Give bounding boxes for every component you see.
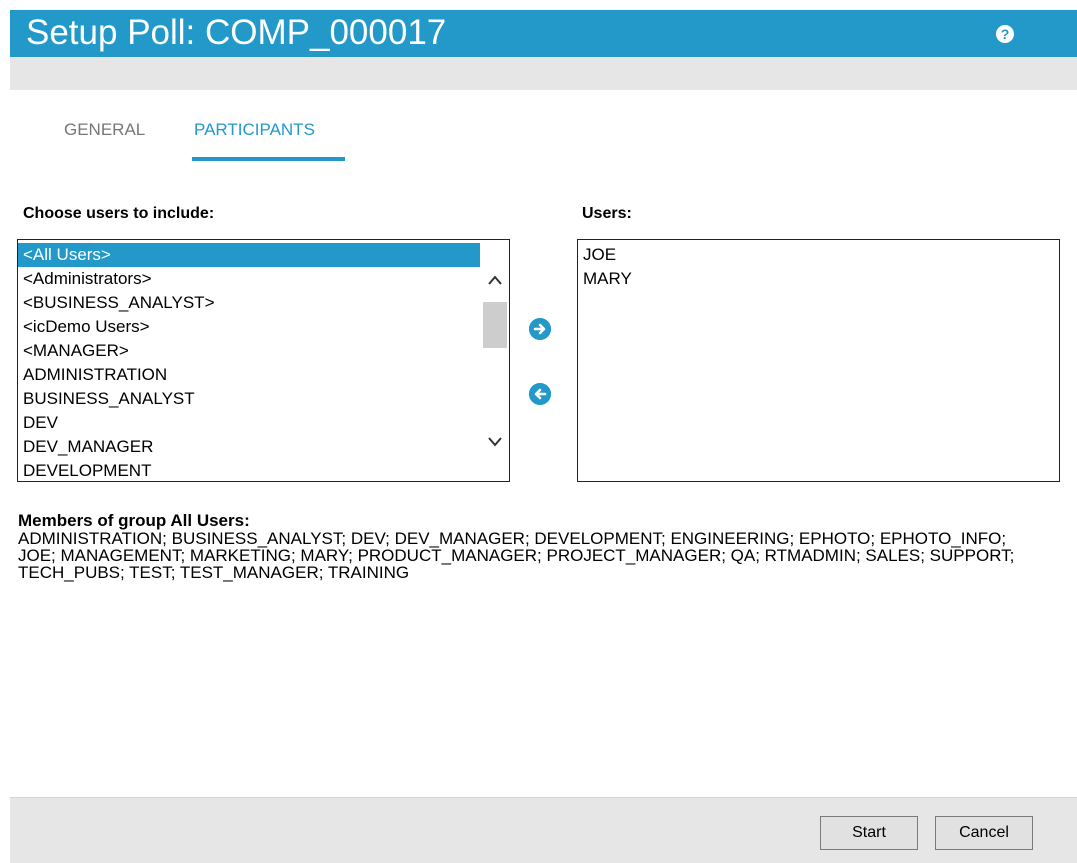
- page-title: Setup Poll: COMP_000017: [26, 13, 447, 52]
- active-tab-indicator: [192, 157, 345, 161]
- list-item[interactable]: DEV_MANAGER: [18, 435, 480, 459]
- list-item[interactable]: BUSINESS_ANALYST: [18, 387, 480, 411]
- choose-users-listbox[interactable]: <All Users> <Administrators> <BUSINESS_A…: [17, 239, 510, 482]
- list-item[interactable]: ADMINISTRATION: [18, 363, 480, 387]
- cancel-button[interactable]: Cancel: [935, 816, 1033, 850]
- choose-users-list: <All Users> <Administrators> <BUSINESS_A…: [18, 243, 480, 481]
- list-item[interactable]: DEV: [18, 411, 480, 435]
- start-button[interactable]: Start: [820, 816, 918, 850]
- toolbar-strip: [10, 57, 1077, 90]
- list-item[interactable]: DEVELOPMENT: [18, 459, 480, 481]
- list-item[interactable]: <MANAGER>: [18, 339, 480, 363]
- users-label: Users:: [582, 205, 632, 222]
- list-item[interactable]: <BUSINESS_ANALYST>: [18, 291, 480, 315]
- list-item[interactable]: MARY: [578, 267, 632, 291]
- selected-users-listbox[interactable]: JOE MARY: [577, 239, 1060, 482]
- group-members-text: ADMINISTRATION; BUSINESS_ANALYST; DEV; D…: [18, 529, 1015, 582]
- list-item[interactable]: <icDemo Users>: [18, 315, 480, 339]
- choose-users-label: Choose users to include:: [23, 205, 215, 222]
- list-item[interactable]: <All Users>: [18, 243, 480, 267]
- remove-from-users-arrow-icon[interactable]: [529, 383, 551, 405]
- tab-general[interactable]: GENERAL: [64, 119, 145, 141]
- help-icon[interactable]: ?: [996, 25, 1014, 43]
- chevron-down-icon[interactable]: [485, 432, 505, 452]
- tab-participants[interactable]: PARTICIPANTS: [194, 119, 315, 141]
- scrollbar-thumb[interactable]: [483, 302, 507, 348]
- add-to-users-arrow-icon[interactable]: [529, 318, 551, 340]
- chevron-up-icon[interactable]: [485, 272, 505, 292]
- list-item[interactable]: <Administrators>: [18, 267, 480, 291]
- list-item[interactable]: JOE: [578, 243, 632, 267]
- title-bar: Setup Poll: COMP_000017 ?: [10, 10, 1077, 57]
- listbox-scrollbar[interactable]: [481, 240, 509, 481]
- selected-users-list: JOE MARY: [578, 243, 632, 291]
- group-members-label: Members of group All Users:: [18, 511, 250, 530]
